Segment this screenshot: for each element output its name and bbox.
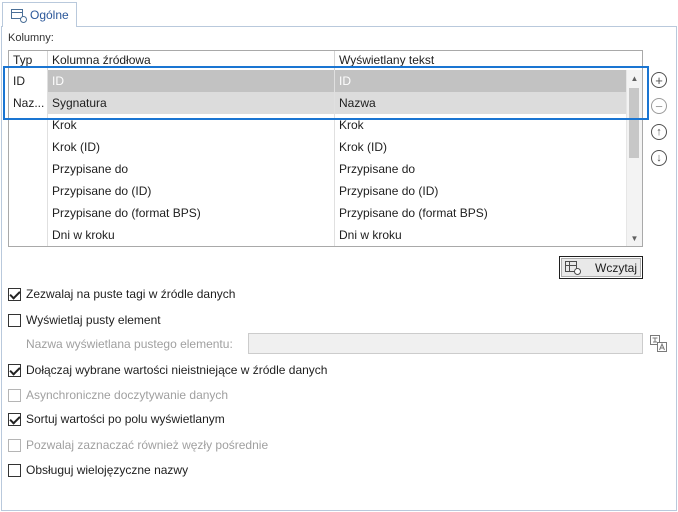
cell-type[interactable] xyxy=(9,202,48,224)
async-loading-label: Asynchroniczne doczytywanie danych xyxy=(26,388,229,402)
cell-display[interactable]: Dni w kroku xyxy=(335,224,628,246)
allow-empty-tags-checkbox[interactable] xyxy=(8,287,21,301)
cell-source[interactable]: Dni w kroku xyxy=(48,224,335,246)
tab-general[interactable]: Ogólne xyxy=(2,2,77,27)
column-header-type[interactable]: Typ xyxy=(9,51,48,70)
table-row[interactable]: Krok Krok xyxy=(9,114,628,136)
table-row[interactable]: Przypisane do Przypisane do xyxy=(9,158,628,180)
cell-source[interactable]: Przypisane do xyxy=(48,158,335,180)
columns-label: Kolumny: xyxy=(8,32,54,44)
translate-icon[interactable] xyxy=(650,335,667,352)
scroll-up-icon[interactable]: ▲ xyxy=(627,72,642,86)
attach-nonexistent-checkbox[interactable] xyxy=(8,363,21,377)
grid-scrollbar[interactable]: ▲ ▼ xyxy=(626,70,642,246)
attach-nonexistent-option[interactable]: Dołączaj wybrane wartości nieistniejące … xyxy=(8,362,327,378)
multilingual-label: Obsługuj wielojęzyczne nazwy xyxy=(26,463,189,477)
cell-display[interactable]: Przypisane do xyxy=(335,158,628,180)
column-header-display[interactable]: Wyświetlany tekst xyxy=(335,51,628,70)
show-empty-element-checkbox[interactable] xyxy=(8,313,21,327)
show-empty-element-label: Wyświetlaj pusty element xyxy=(26,313,161,327)
cell-type[interactable] xyxy=(9,114,48,136)
scroll-down-icon[interactable]: ▼ xyxy=(627,232,642,246)
add-row-button[interactable]: + xyxy=(651,72,667,88)
move-down-button[interactable]: ↓ xyxy=(651,150,667,166)
load-button-label: Wczytaj xyxy=(595,260,637,275)
table-row[interactable]: Naz... Sygnatura Nazwa xyxy=(9,92,628,114)
sort-by-display-checkbox[interactable] xyxy=(8,412,21,426)
cell-source[interactable]: Krok (ID) xyxy=(48,136,335,158)
arrow-up-icon: ↑ xyxy=(656,125,662,138)
cell-type[interactable] xyxy=(9,180,48,202)
table-row[interactable]: Przypisane do (ID) Przypisane do (ID) xyxy=(9,180,628,202)
cell-display[interactable]: Nazwa xyxy=(335,92,628,114)
select-intermediate-checkbox[interactable] xyxy=(8,438,21,452)
arrow-down-icon: ↓ xyxy=(656,151,662,164)
cell-source[interactable]: Przypisane do (format BPS) xyxy=(48,202,335,224)
allow-empty-tags-option[interactable]: Zezwalaj na puste tagi w źródle danych xyxy=(8,286,235,302)
sort-by-display-label: Sortuj wartości po polu wyświetlanym xyxy=(26,412,225,426)
table-row[interactable]: Dni w kroku Dni w kroku xyxy=(9,224,628,246)
cell-type[interactable] xyxy=(9,136,48,158)
remove-row-button[interactable]: − xyxy=(651,98,667,114)
cell-display[interactable]: Krok xyxy=(335,114,628,136)
attach-nonexistent-label: Dołączaj wybrane wartości nieistniejące … xyxy=(26,363,328,377)
cell-display[interactable]: ID xyxy=(335,70,628,92)
sort-by-display-option[interactable]: Sortuj wartości po polu wyświetlanym xyxy=(8,411,225,427)
empty-element-name-field[interactable] xyxy=(248,333,643,354)
grid-search-icon xyxy=(565,260,581,275)
empty-element-name-label: Nazwa wyświetlana pustego elementu: xyxy=(26,337,233,351)
cell-type[interactable] xyxy=(9,158,48,180)
select-intermediate-label: Pozwalaj zaznaczać również węzły pośredn… xyxy=(26,438,269,452)
cell-source[interactable]: Przypisane do (ID) xyxy=(48,180,335,202)
cell-type[interactable]: ID xyxy=(9,70,48,92)
scrollbar-thumb[interactable] xyxy=(629,88,639,158)
multilingual-checkbox[interactable] xyxy=(8,463,21,477)
plus-icon: + xyxy=(655,72,663,88)
column-header-source[interactable]: Kolumna źródłowa xyxy=(48,51,335,70)
cell-display[interactable]: Przypisane do (ID) xyxy=(335,180,628,202)
move-up-button[interactable]: ↑ xyxy=(651,124,667,140)
table-row[interactable]: ID ID ID xyxy=(9,70,628,92)
table-row[interactable]: Przypisane do (format BPS) Przypisane do… xyxy=(9,202,628,224)
cell-source[interactable]: Krok xyxy=(48,114,335,136)
async-loading-checkbox[interactable] xyxy=(8,388,21,402)
cell-source[interactable]: Sygnatura xyxy=(48,92,335,114)
async-loading-option[interactable]: Asynchroniczne doczytywanie danych xyxy=(8,387,228,403)
tab-strip xyxy=(0,0,678,27)
select-intermediate-option[interactable]: Pozwalaj zaznaczać również węzły pośredn… xyxy=(8,437,268,453)
minus-icon: − xyxy=(655,98,663,114)
load-button[interactable]: Wczytaj xyxy=(559,256,643,279)
tab-label: Ogólne xyxy=(30,8,69,22)
cell-type[interactable]: Naz... xyxy=(9,92,48,114)
allow-empty-tags-label: Zezwalaj na puste tagi w źródle danych xyxy=(26,287,236,301)
cell-type[interactable] xyxy=(9,224,48,246)
window-settings-icon xyxy=(11,8,27,23)
cell-display[interactable]: Przypisane do (format BPS) xyxy=(335,202,628,224)
show-empty-element-option[interactable]: Wyświetlaj pusty element xyxy=(8,312,161,328)
cell-source[interactable]: ID xyxy=(48,70,335,92)
table-row[interactable]: Krok (ID) Krok (ID) xyxy=(9,136,628,158)
cell-display[interactable]: Krok (ID) xyxy=(335,136,628,158)
grid-header: Typ Kolumna źródłowa Wyświetlany tekst xyxy=(9,51,628,71)
columns-grid[interactable]: Typ Kolumna źródłowa Wyświetlany tekst I… xyxy=(8,50,643,247)
multilingual-option[interactable]: Obsługuj wielojęzyczne nazwy xyxy=(8,462,188,478)
